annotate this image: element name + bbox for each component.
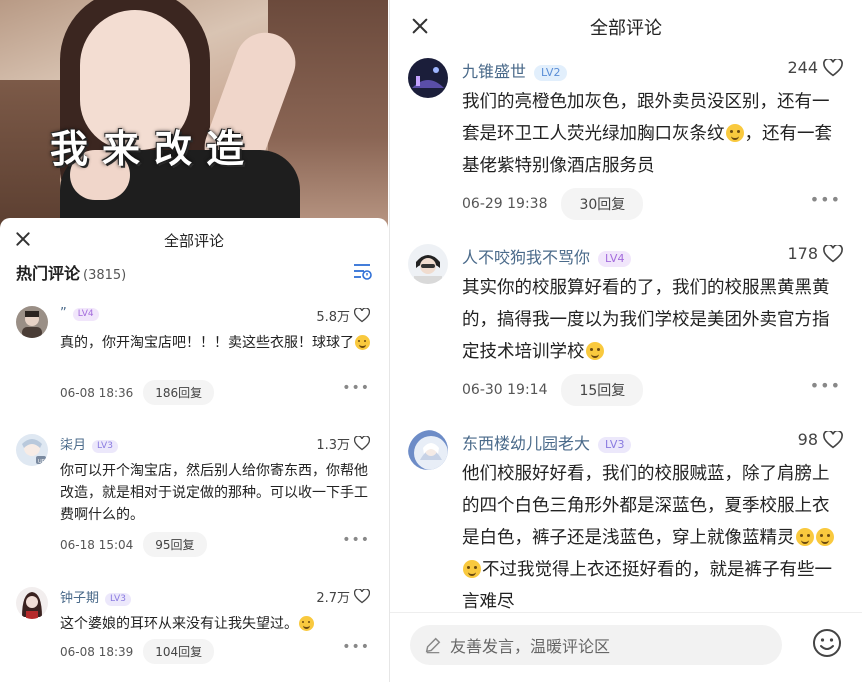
level-badge: LV3 [598, 437, 632, 453]
comment-text: 真的，你开淘宝店吧！！！卖这些衣服！球球了 [60, 332, 376, 354]
like-count[interactable]: 2.7万 [316, 587, 370, 606]
level-badge: LV4 [598, 251, 632, 267]
comment-username[interactable]: 钟子期 LV3 [60, 587, 131, 606]
laughing-emoji-icon [585, 342, 604, 360]
hot-comments-header: 热门评论 (3815) [0, 260, 388, 294]
heart-icon[interactable] [823, 244, 843, 263]
sort-icon[interactable] [352, 262, 372, 280]
comment-meta: 06-30 19:14 15回复 [462, 374, 644, 406]
comment-text: 你可以开个淘宝店，然后别人给你寄东西，你帮他改造，就是相对于说定做的那种。可以收… [60, 463, 368, 523]
pencil-icon [425, 637, 441, 654]
comment-text: 这个婆娘的耳环从来没有让我失望过。 [60, 613, 376, 635]
crying-emoji-icon [355, 335, 370, 350]
comment-item: UP 柒月 LV3 1.3万 你可以开个淘宝店，然后别人给你寄东西，你帮他改造，就… [0, 434, 388, 564]
screenshot-collage: 我来改造 全部评论 热门评论 (3815) ” LV4 5.8万 真的，你开淘宝… [0, 0, 862, 682]
hot-comments-count: (3815) [83, 268, 127, 283]
comment-meta: 06-29 19:38 30回复 [462, 188, 644, 220]
comment-date: 06-08 18:39 [60, 644, 134, 659]
crying-laughing-emoji-icon [815, 528, 834, 546]
left-comment-sheet: 全部评论 热门评论 (3815) ” LV4 5.8万 真的，你开淘宝店吧！！！… [0, 218, 388, 682]
comment-item: 东西楼幼儿园老大 LV3 98 他们校服好好看，我们的校服贼蓝，除了肩膀上的四个白… [390, 430, 862, 612]
reply-button[interactable]: 104回复 [143, 639, 215, 664]
comment-username[interactable]: 柒月 LV3 [60, 434, 118, 453]
user-avatar[interactable]: UP [16, 434, 48, 466]
more-options-icon[interactable]: ••• [810, 376, 841, 395]
level-badge: LV3 [105, 593, 131, 606]
comment-meta: 06-08 18:39 104回复 [60, 639, 215, 664]
comment-username[interactable]: 东西楼幼儿园老大 LV3 [462, 430, 632, 454]
user-avatar[interactable] [16, 587, 48, 619]
left-sheet-title: 全部评论 [163, 232, 224, 250]
user-avatar[interactable] [408, 430, 448, 470]
comment-item: 九锥盛世 LV2 244 我们的亮橙色加灰色，跟外卖员没区别，还有一套是环卫工人荧… [390, 58, 862, 228]
like-count[interactable]: 178 [787, 244, 843, 263]
comment-username[interactable]: 人不咬狗我不骂你 LV4 [462, 244, 632, 268]
awkward-emoji-icon [299, 616, 314, 631]
reply-button[interactable]: 95回复 [143, 532, 207, 557]
user-avatar[interactable] [408, 244, 448, 284]
comment-username[interactable]: 九锥盛世 LV2 [462, 58, 568, 82]
level-badge: LV4 [72, 308, 99, 321]
comment-item: 人不咬狗我不骂你 LV4 178 其实你的校服算好看的了，我们的校服黑黄黑黄的，搞… [390, 244, 862, 414]
level-badge: LV3 [92, 440, 118, 453]
like-count[interactable]: 244 [787, 58, 843, 77]
comment-meta: 06-08 18:36 186回复 [60, 380, 215, 405]
crying-laughing-emoji-icon [795, 528, 814, 546]
reply-button[interactable]: 15回复 [561, 374, 644, 406]
left-comment-panel: 我来改造 全部评论 热门评论 (3815) ” LV4 5.8万 真的，你开淘宝… [0, 0, 388, 682]
comment-input-bar: 友善发言，温暖评论区 [390, 612, 862, 682]
comment-date: 06-18 15:04 [60, 537, 134, 552]
level-badge: LV2 [534, 65, 568, 81]
sweat-emoji-icon [725, 124, 744, 142]
user-avatar[interactable] [408, 58, 448, 98]
comment-text: 他们校服好好看，我们的校服贼蓝，除了肩膀上的四个白色三角形外都是深蓝色，夏季校服… [462, 464, 834, 612]
like-count[interactable]: 98 [798, 430, 843, 449]
left-sheet-header: 全部评论 [0, 218, 388, 260]
heart-icon[interactable] [354, 589, 370, 604]
comment-input[interactable]: 友善发言，温暖评论区 [410, 625, 782, 665]
hot-comments-label: 热门评论 [16, 264, 81, 283]
reply-button[interactable]: 186回复 [143, 380, 215, 405]
heart-icon[interactable] [354, 308, 370, 323]
comment-item: 钟子期 LV3 2.7万 这个婆娘的耳环从来没有让我失望过。 06-08 18:3… [0, 587, 388, 682]
right-comment-panel: 全部评论 九锥盛世 LV2 244 我们的亮橙色加灰色，跟外卖员没区别，还有一套是… [389, 0, 862, 682]
more-options-icon[interactable]: ••• [810, 190, 841, 209]
comment-username[interactable]: ” LV4 [60, 306, 99, 321]
comment-meta: 06-18 15:04 95回复 [60, 532, 207, 557]
video-overlay-title: 我来改造 [50, 127, 259, 171]
user-avatar[interactable] [16, 306, 48, 338]
svg-text:UP: UP [38, 459, 45, 465]
like-count[interactable]: 1.3万 [316, 434, 370, 453]
more-options-icon[interactable]: ••• [342, 639, 370, 655]
heart-icon[interactable] [354, 436, 370, 451]
comment-date: 06-30 19:14 [462, 382, 548, 398]
video-preview[interactable]: 我来改造 [0, 0, 388, 228]
more-options-icon[interactable]: ••• [342, 532, 370, 548]
right-sheet-title: 全部评论 [590, 18, 662, 39]
comment-input-placeholder: 友善发言，温暖评论区 [450, 637, 611, 656]
right-sheet-header: 全部评论 [390, 0, 862, 50]
crying-laughing-emoji-icon [463, 560, 481, 578]
comment-text: 其实你的校服算好看的了，我们的校服黑黄黑黄的，搞得我一度以为我们学校是美团外卖官… [462, 278, 830, 362]
heart-icon[interactable] [823, 430, 843, 449]
emoji-icon[interactable] [811, 627, 843, 659]
comment-date: 06-29 19:38 [462, 196, 548, 212]
comment-date: 06-08 18:36 [60, 385, 134, 400]
heart-icon[interactable] [823, 58, 843, 77]
like-count[interactable]: 5.8万 [316, 306, 370, 325]
comment-item: ” LV4 5.8万 真的，你开淘宝店吧！！！卖这些衣服！球球了 06-08 18… [0, 306, 388, 416]
reply-button[interactable]: 30回复 [561, 188, 644, 220]
comment-text: 我们的亮橙色加灰色，跟外卖员没区别，还有一套是环卫工人荧光绿加胸口灰条纹 ，还有一… [462, 92, 832, 176]
more-options-icon[interactable]: ••• [342, 380, 370, 396]
